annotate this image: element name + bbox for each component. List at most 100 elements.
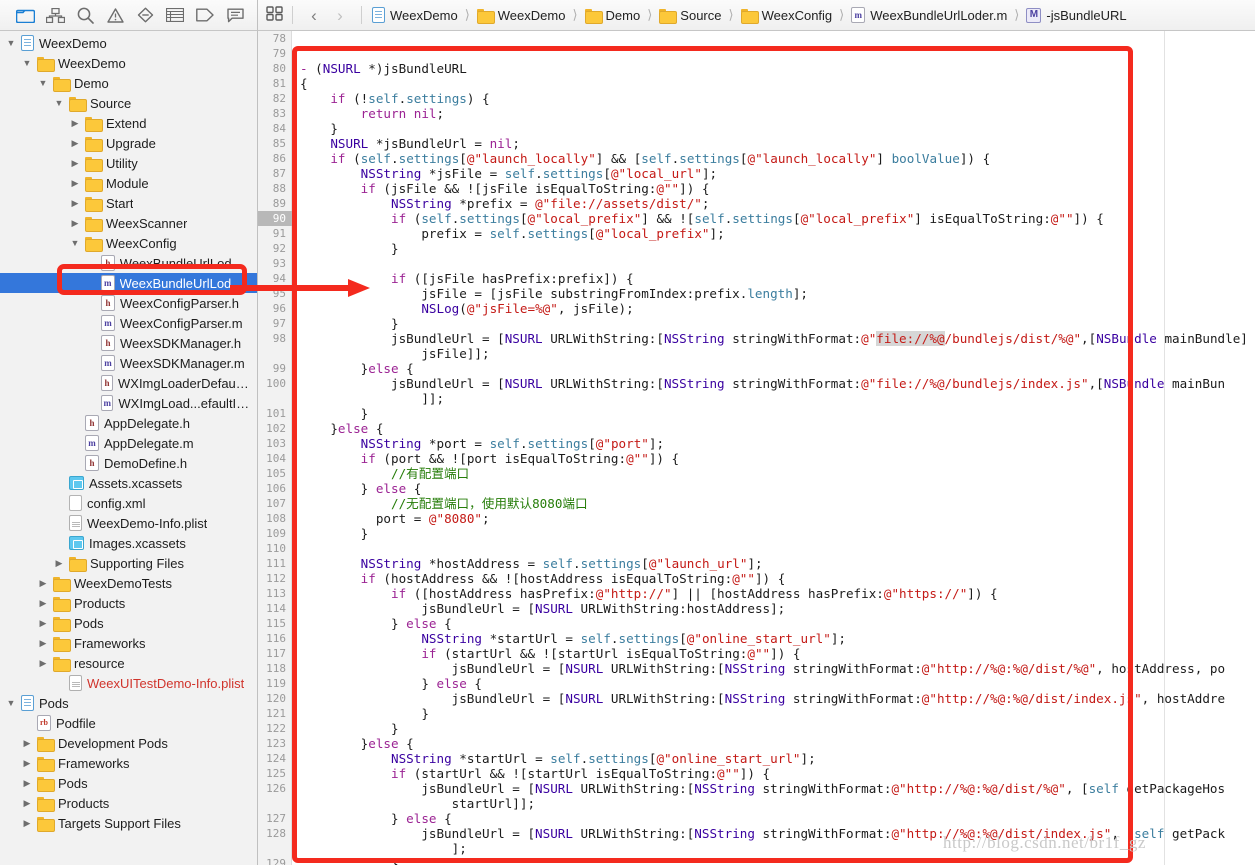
code-line[interactable]: 127 } else { [258,811,1255,826]
search-icon[interactable] [70,3,100,27]
tree-item[interactable]: WeexDemo-Info.plist [0,513,257,533]
tree-item[interactable]: Start [0,193,257,213]
code-line[interactable]: 129 } [258,856,1255,865]
breadcrumb-item-2[interactable]: Demo [584,8,642,24]
breadcrumb-item-0[interactable]: WeexDemo [371,7,459,23]
tree-item[interactable]: Supporting Files [0,553,257,573]
code-line[interactable]: 98 jsBundleUrl = [NSURL URLWithString:[N… [258,331,1255,346]
report-comment-icon[interactable] [220,3,250,27]
breadcrumb-item-1[interactable]: WeexDemo [476,8,567,24]
breadcrumb-item-5[interactable]: m WeexBundleUrlLoder.m [850,7,1008,23]
code-line[interactable]: 80 - (NSURL *)jsBundleURL [258,61,1255,76]
disclosure-triangle-icon[interactable] [22,59,32,68]
code-line[interactable]: 85 NSURL *jsBundleUrl = nil; [258,136,1255,151]
source-editor[interactable]: 78 79 80 - (NSURL *)jsBundleURL 81 {82 if (!s… [258,31,1255,865]
code-line[interactable]: 102 }else { [258,421,1255,436]
tree-item[interactable]: Frameworks [0,633,257,653]
code-content[interactable]: 78 79 80 - (NSURL *)jsBundleURL 81 {82 if (!s… [258,31,1255,865]
code-line[interactable]: 105 //有配置端口 [258,466,1255,481]
tree-item[interactable]: Development Pods [0,733,257,753]
project-navigator[interactable]: WeexDemo WeexDemo Demo Source Extend Upgrade U… [0,31,258,865]
code-line[interactable]: 109 } [258,526,1255,541]
debug-list-icon[interactable] [160,3,190,27]
code-line[interactable]: 90 if (self.settings[@"local_prefix"] &&… [258,211,1255,226]
code-line[interactable]: 125 if (startUrl && ![startUrl isEqualTo… [258,766,1255,781]
code-line[interactable]: 104 if (port && ![port isEqualToString:@… [258,451,1255,466]
code-line[interactable]: 101 } [258,406,1255,421]
code-line[interactable]: 106 } else { [258,481,1255,496]
code-line[interactable]: 99 }else { [258,361,1255,376]
disclosure-triangle-icon[interactable] [6,699,16,708]
tree-item[interactable]: rb Podfile [0,713,257,733]
tree-item[interactable]: WeexDemo [0,33,257,53]
source-control-navigator-icon[interactable] [40,3,70,27]
tree-item[interactable]: h DemoDefine.h [0,453,257,473]
disclosure-triangle-icon[interactable] [22,799,32,808]
code-line[interactable]: 124 NSString *startUrl = self.settings[@… [258,751,1255,766]
tree-item[interactable]: h AppDelegate.h [0,413,257,433]
disclosure-triangle-icon[interactable] [38,79,48,88]
code-line[interactable]: ]]; [258,391,1255,406]
code-line[interactable]: 91 prefix = self.settings[@"local_prefix… [258,226,1255,241]
disclosure-triangle-icon[interactable] [70,159,80,168]
code-line[interactable]: 123 }else { [258,736,1255,751]
tree-item[interactable]: WeexConfig [0,233,257,253]
tree-item[interactable]: WeexUITestDemo-Info.plist [0,673,257,693]
disclosure-triangle-icon[interactable] [22,759,32,768]
tree-item[interactable]: m WeexBundleUrlLoder.m [0,273,257,293]
disclosure-triangle-icon[interactable] [70,219,80,228]
tree-item[interactable]: Module [0,173,257,193]
breadcrumb-item-4[interactable]: WeexConfig [740,8,834,24]
code-line[interactable]: 117 if (startUrl && ![startUrl isEqualTo… [258,646,1255,661]
tree-item[interactable]: Pods [0,613,257,633]
disclosure-triangle-icon[interactable] [70,179,80,188]
code-line[interactable]: 100 jsBundleUrl = [NSURL URLWithString:[… [258,376,1255,391]
tree-item[interactable]: Source [0,93,257,113]
related-items-icon[interactable] [266,6,283,24]
code-line[interactable]: 107 //无配置端口，使用默认8080端口 [258,496,1255,511]
code-line[interactable]: 115 } else { [258,616,1255,631]
tree-item[interactable]: Demo [0,73,257,93]
disclosure-triangle-icon[interactable] [22,819,32,828]
tree-item[interactable]: h WeexSDKManager.h [0,333,257,353]
breadcrumb-item-6[interactable]: M -jsBundleURL [1025,7,1127,23]
tree-item[interactable]: Extend [0,113,257,133]
tree-item[interactable]: h WXImgLoaderDefaultImpl.h [0,373,257,393]
code-line[interactable]: 97 } [258,316,1255,331]
disclosure-triangle-icon[interactable] [38,579,48,588]
tree-item[interactable]: config.xml [0,493,257,513]
warning-triangle-icon[interactable] [100,3,130,27]
code-line[interactable]: 79 [258,46,1255,61]
tree-item[interactable]: mWXImgLoad...efaultImpl.m [0,393,257,413]
code-line[interactable]: 92 } [258,241,1255,256]
code-line[interactable]: 88 if (jsFile && ![jsFile isEqualToStrin… [258,181,1255,196]
code-line[interactable]: 111 NSString *hostAddress = self.setting… [258,556,1255,571]
tree-item[interactable]: Pods [0,693,257,713]
disclosure-triangle-icon[interactable] [38,599,48,608]
tree-item[interactable]: Utility [0,153,257,173]
code-line[interactable]: 94 if ([jsFile hasPrefix:prefix]) { [258,271,1255,286]
disclosure-triangle-icon[interactable] [38,659,48,668]
tree-item[interactable]: Images.xcassets [0,533,257,553]
tree-item[interactable]: Targets Support Files [0,813,257,833]
code-line[interactable]: 118 jsBundleUrl = [NSURL URLWithString:[… [258,661,1255,676]
code-line[interactable]: 128 jsBundleUrl = [NSURL URLWithString:[… [258,826,1255,841]
code-line[interactable]: 82 if (!self.settings) { [258,91,1255,106]
tree-item[interactable]: Products [0,593,257,613]
code-line[interactable]: startUrl]]; [258,796,1255,811]
code-line[interactable]: 86 if (self.settings[@"launch_locally"] … [258,151,1255,166]
breakpoint-diamond-icon[interactable] [130,3,160,27]
disclosure-triangle-icon[interactable] [54,99,64,108]
disclosure-triangle-icon[interactable] [38,619,48,628]
tree-item[interactable]: resource [0,653,257,673]
disclosure-triangle-icon[interactable] [70,119,80,128]
code-line[interactable]: 96 NSLog(@"jsFile=%@", jsFile); [258,301,1255,316]
tree-item[interactable]: Pods [0,773,257,793]
code-line[interactable]: 81 { [258,76,1255,91]
project-navigator-icon[interactable] [10,3,40,27]
code-line[interactable]: 110 [258,541,1255,556]
disclosure-triangle-icon[interactable] [70,239,80,248]
tree-item[interactable]: Frameworks [0,753,257,773]
disclosure-triangle-icon[interactable] [6,39,16,48]
code-line[interactable]: 84 } [258,121,1255,136]
